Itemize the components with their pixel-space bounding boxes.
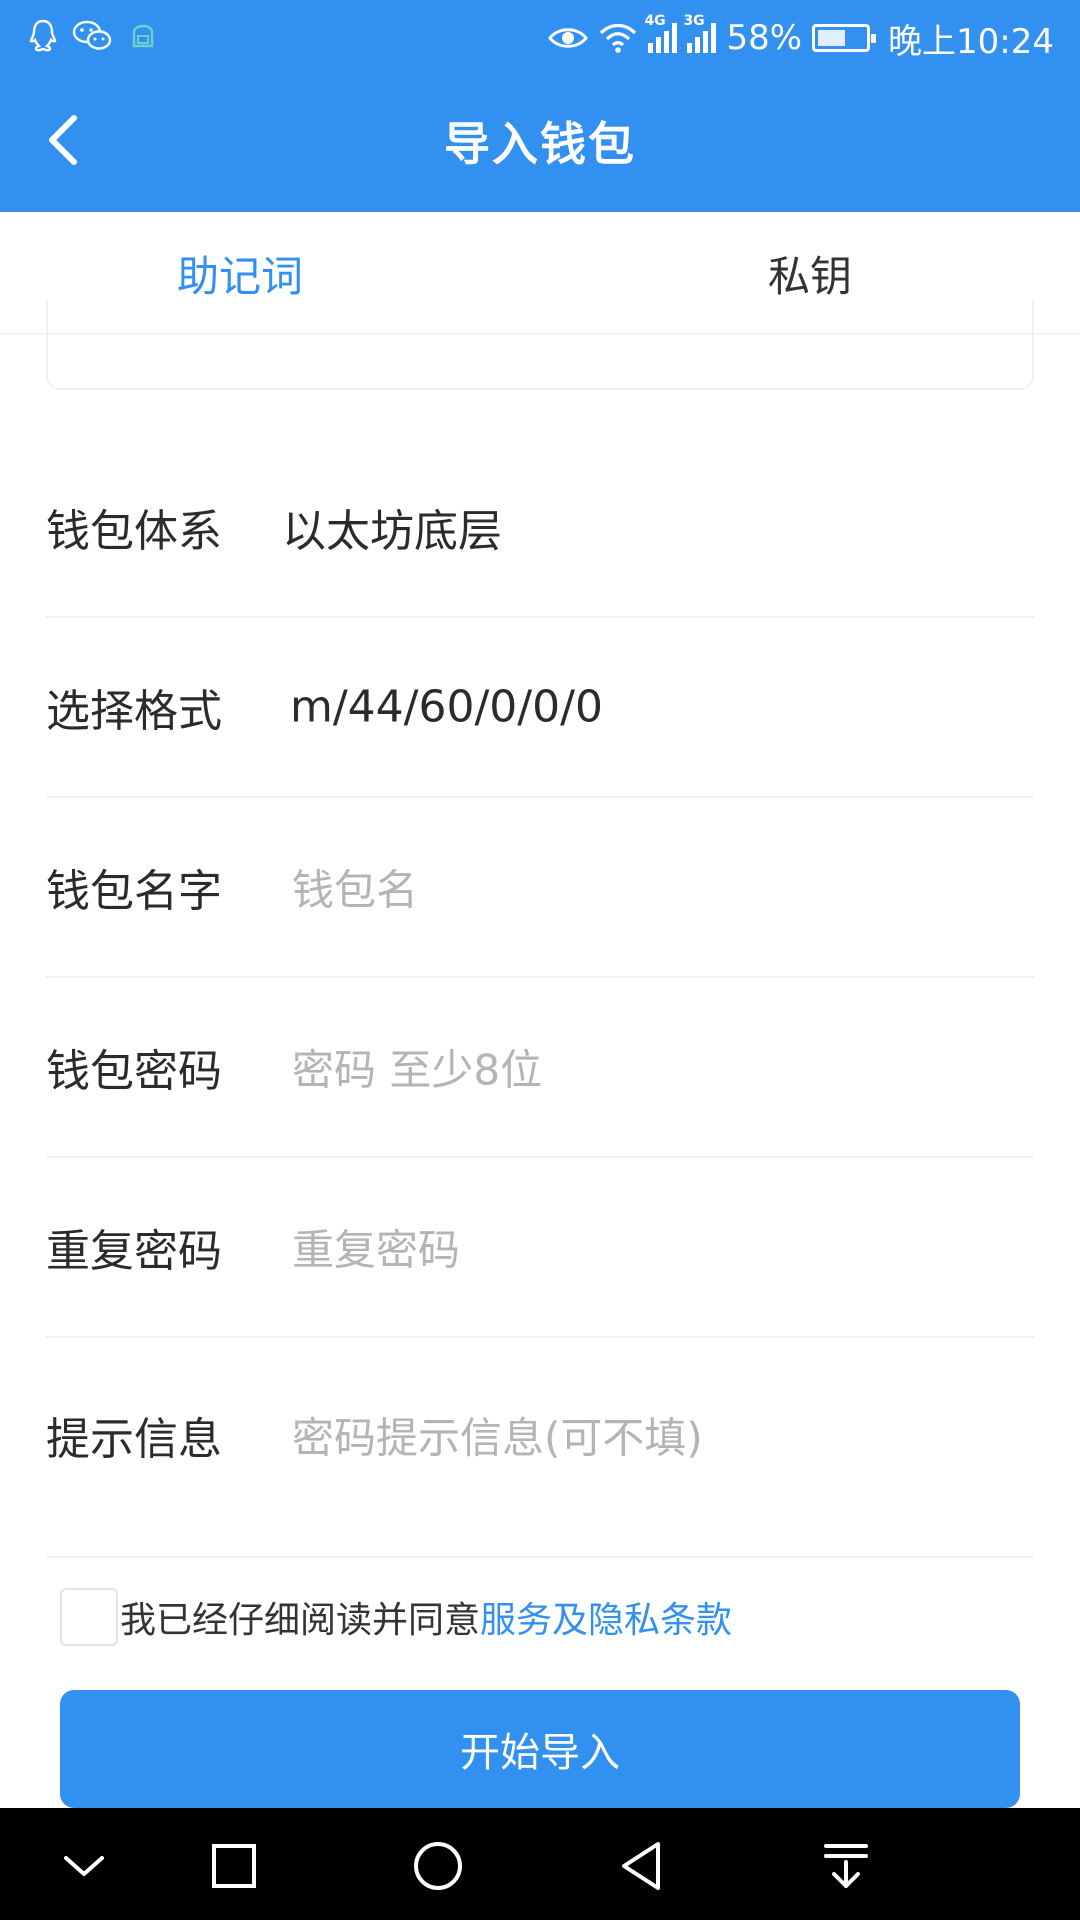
app-header: 4G 3G 58% 晚上10:24 导入钱包 (0, 0, 1080, 212)
mnemonic-input[interactable] (46, 300, 1034, 390)
format-row[interactable]: 选择格式 m/44/60/0/0/0 (46, 618, 1034, 798)
wallet-name-row: 钱包名字 钱包名 (46, 798, 1034, 978)
system-nav-bar (0, 1808, 1080, 1920)
start-import-button[interactable]: 开始导入 (60, 1690, 1020, 1808)
signal-icon: 4G (644, 13, 678, 53)
network-type-label: 3G (683, 13, 705, 29)
chevron-down-icon (64, 1856, 104, 1876)
hint-input[interactable]: 密码提示信息(可不填) (292, 1405, 703, 1466)
square-icon (212, 1844, 256, 1888)
app-notification-icon (132, 24, 154, 48)
terms-link[interactable]: 服务及隐私条款 (480, 1591, 732, 1643)
agreement-text: 我已经仔细阅读并同意 (120, 1600, 481, 1641)
repeat-password-label: 重复密码 (46, 1226, 222, 1277)
wallet-name-label: 钱包名字 (46, 866, 222, 917)
wallet-name-input[interactable]: 钱包名 (292, 857, 418, 918)
wechat-icon (72, 20, 112, 50)
repeat-password-row: 重复密码 重复密码 (46, 1158, 1034, 1338)
wallet-system-row: 钱包体系 以太坊底层 (46, 438, 1034, 618)
status-bar: 4G 3G 58% 晚上10:24 (0, 0, 1080, 76)
notification-pull-button[interactable] (818, 1838, 874, 1894)
wallet-password-label: 钱包密码 (46, 1046, 222, 1097)
wallet-system-label: 钱包体系 (46, 506, 222, 557)
signal-icon: 3G (683, 13, 717, 53)
hide-nav-button[interactable] (56, 1838, 112, 1894)
notification-pull-icon (824, 1844, 868, 1888)
wallet-password-row: 钱包密码 密码 至少8位 (46, 978, 1034, 1158)
format-label: 选择格式 (46, 686, 222, 737)
home-button[interactable] (410, 1838, 466, 1894)
hint-row: 提示信息 密码提示信息(可不填) (46, 1338, 1034, 1558)
status-right-icons: 4G 3G 58% 晚上10:24 (548, 13, 1054, 62)
status-left-icons (28, 18, 160, 54)
hint-label: 提示信息 (46, 1414, 222, 1465)
agreement-row: 我已经仔细阅读并同意 服务及隐私条款 (60, 1588, 732, 1646)
agreement-checkbox[interactable] (60, 1588, 118, 1646)
page-title: 导入钱包 (444, 117, 636, 171)
circle-icon (414, 1842, 462, 1890)
back-nav-button[interactable] (614, 1838, 670, 1894)
wifi-icon (600, 23, 637, 53)
qq-icon (29, 19, 57, 52)
clock: 晚上10:24 (888, 21, 1054, 62)
battery-icon (812, 24, 877, 52)
format-value[interactable]: m/44/60/0/0/0 (290, 682, 603, 733)
wallet-system-value: 以太坊底层 (282, 506, 502, 557)
network-type-label: 4G (644, 13, 666, 29)
repeat-password-input[interactable]: 重复密码 (292, 1217, 460, 1278)
eye-icon (548, 28, 589, 48)
wallet-password-input[interactable]: 密码 至少8位 (292, 1037, 542, 1098)
battery-percent: 58% (726, 18, 803, 58)
triangle-back-icon (622, 1842, 660, 1890)
recent-apps-button[interactable] (206, 1838, 262, 1894)
